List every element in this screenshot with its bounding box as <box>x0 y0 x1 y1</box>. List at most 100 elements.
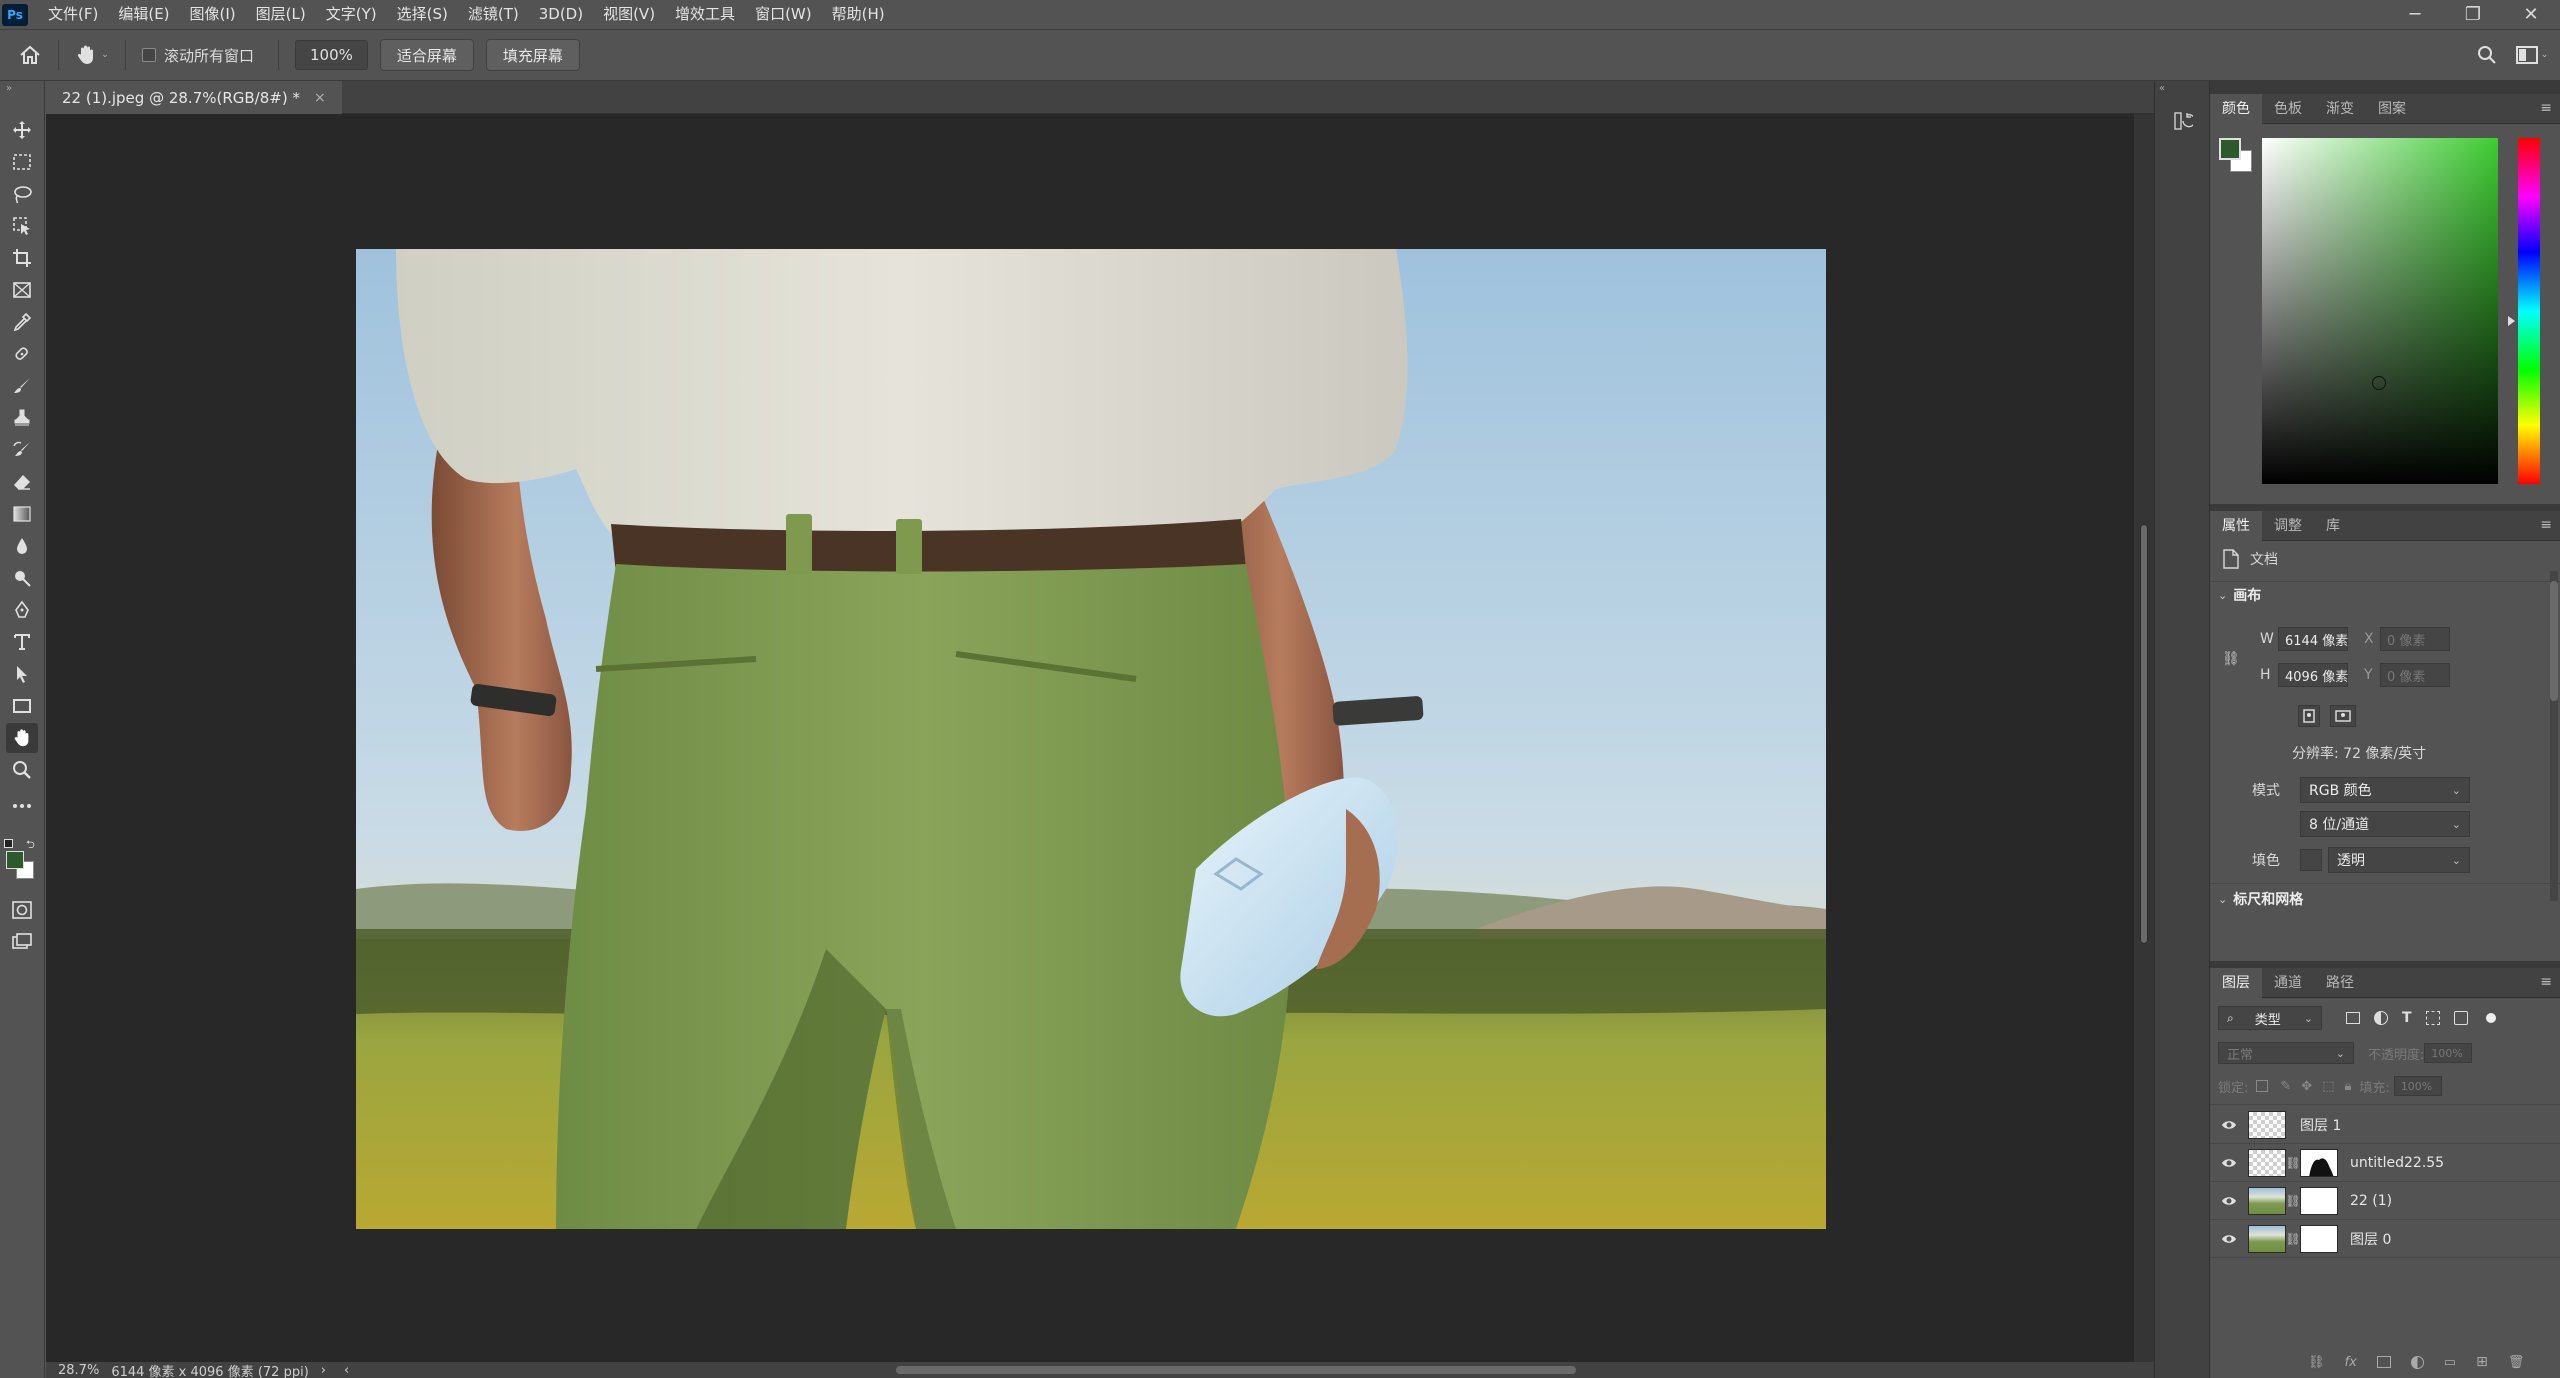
status-menu-arrow[interactable]: › <box>321 1363 326 1378</box>
layer-name[interactable]: untitled22.55 <box>2350 1155 2444 1171</box>
tab-patterns[interactable]: 图案 <box>2366 94 2418 124</box>
clone-stamp-tool[interactable] <box>6 403 38 433</box>
home-button[interactable] <box>10 35 50 75</box>
rectangle-tool[interactable] <box>6 691 38 721</box>
menu-plugins[interactable]: 增效工具 <box>665 0 745 29</box>
new-group-icon[interactable]: ▭ <box>2444 1355 2456 1370</box>
document-tab[interactable]: 22 (1).jpeg @ 28.7%(RGB/8#) * × <box>46 81 342 114</box>
bit-depth-select[interactable]: 8 位/通道 ⌄ <box>2300 811 2470 837</box>
hue-slider[interactable] <box>2518 138 2540 484</box>
filter-type-icon[interactable]: T <box>2402 1010 2412 1026</box>
dock-collapse-icon[interactable]: « <box>2159 83 2165 94</box>
menu-type[interactable]: 文字(Y) <box>316 0 387 29</box>
add-mask-icon[interactable] <box>2376 1356 2391 1368</box>
rulers-grids-section-header[interactable]: ⌄ 标尺和网格 <box>2218 889 2303 909</box>
visibility-toggle[interactable] <box>2210 1233 2248 1245</box>
link-layers-icon[interactable]: ⛓ <box>2308 1355 2325 1370</box>
color-swatches[interactable]: ⮌ <box>4 838 40 879</box>
quick-mask-button[interactable] <box>6 895 38 925</box>
width-field[interactable]: 6144 像素 <box>2278 627 2348 651</box>
tab-adjustments[interactable]: 调整 <box>2262 511 2314 541</box>
layer-row[interactable]: ⛓ 图层 0 <box>2210 1220 2560 1258</box>
tab-gradients[interactable]: 渐变 <box>2314 94 2366 124</box>
minimize-button[interactable]: ─ <box>2386 0 2444 29</box>
layer-mask-thumbnail[interactable] <box>2300 1224 2338 1253</box>
menu-help[interactable]: 帮助(H) <box>822 0 895 29</box>
landscape-button[interactable] <box>2330 705 2356 727</box>
panel-menu-icon[interactable]: ≡ <box>2540 517 2552 533</box>
tab-libraries[interactable]: 库 <box>2314 511 2352 541</box>
color-picker-ring[interactable] <box>2372 376 2386 390</box>
menu-filter[interactable]: 滤镜(T) <box>458 0 529 29</box>
object-selection-tool[interactable] <box>6 211 38 241</box>
mode-select[interactable]: RGB 颜色 ⌄ <box>2300 777 2470 803</box>
scroll-all-windows-checkbox[interactable] <box>142 48 156 62</box>
canvas-section-header[interactable]: ⌄ 画布 <box>2218 585 2261 605</box>
vertical-scrollbar[interactable] <box>2134 114 2154 1362</box>
close-tab-icon[interactable]: × <box>314 90 326 106</box>
horizontal-scroll-thumb[interactable] <box>896 1366 1576 1374</box>
tab-paths[interactable]: 路径 <box>2314 968 2366 998</box>
gradient-tool[interactable] <box>6 499 38 529</box>
document-canvas-image[interactable] <box>356 249 1826 1229</box>
tab-swatches[interactable]: 色板 <box>2262 94 2314 124</box>
pen-tool[interactable] <box>6 595 38 625</box>
panel-menu-icon[interactable]: ≡ <box>2540 100 2552 116</box>
crop-tool[interactable] <box>6 243 38 273</box>
portrait-button[interactable] <box>2298 705 2320 727</box>
fit-screen-button[interactable]: 适合屏幕 <box>379 39 474 71</box>
filter-shape-icon[interactable] <box>2425 1011 2440 1025</box>
history-panel-button[interactable] <box>2169 107 2197 135</box>
move-tool[interactable] <box>6 115 38 145</box>
new-layer-icon[interactable]: ⊞ <box>2476 1354 2488 1370</box>
properties-scrollbar[interactable] <box>2550 571 2558 901</box>
restore-button[interactable]: ❐ <box>2444 0 2502 29</box>
toolbar-collapse-icon[interactable]: » <box>6 83 12 94</box>
brush-tool[interactable] <box>6 371 38 401</box>
history-brush-tool[interactable] <box>6 435 38 465</box>
path-selection-tool[interactable] <box>6 659 38 689</box>
menu-window[interactable]: 窗口(W) <box>745 0 822 29</box>
filter-smart-object-icon[interactable] <box>2453 1011 2468 1025</box>
screen-mode-button[interactable] <box>6 927 38 957</box>
vertical-scroll-thumb[interactable] <box>2140 524 2148 944</box>
zoom-100-button[interactable]: 100% <box>295 40 368 70</box>
filter-toggle-icon[interactable] <box>2485 1013 2496 1023</box>
mask-link-icon[interactable]: ⛓ <box>2285 1232 2300 1246</box>
hue-slider-handle[interactable] <box>2508 316 2515 326</box>
layer-name[interactable]: 22 (1) <box>2350 1193 2392 1209</box>
visibility-toggle[interactable] <box>2210 1195 2248 1207</box>
visibility-toggle[interactable] <box>2210 1157 2248 1169</box>
fill-color-swatch[interactable] <box>2300 849 2322 871</box>
color-field[interactable] <box>2262 138 2498 484</box>
layer-row[interactable]: 图层 1 <box>2210 1106 2560 1144</box>
hand-tool[interactable] <box>6 723 38 753</box>
layer-style-icon[interactable]: fx <box>2345 1355 2357 1370</box>
properties-scroll-thumb[interactable] <box>2550 581 2558 701</box>
mask-link-icon[interactable]: ⛓ <box>2285 1194 2300 1208</box>
tab-layers[interactable]: 图层 <box>2210 967 2262 998</box>
dodge-tool[interactable] <box>6 563 38 593</box>
filter-pixel-icon[interactable] <box>2346 1012 2360 1024</box>
filter-adjustment-icon[interactable] <box>2374 1011 2388 1025</box>
canvas-area[interactable] <box>46 114 2134 1362</box>
layer-name[interactable]: 图层 0 <box>2350 1229 2391 1249</box>
delete-layer-icon[interactable]: 🗑︎ <box>2508 1355 2525 1370</box>
tab-channels[interactable]: 通道 <box>2262 968 2314 998</box>
zoom-tool[interactable] <box>6 755 38 785</box>
menu-3d[interactable]: 3D(D) <box>529 0 593 29</box>
healing-brush-tool[interactable] <box>6 339 38 369</box>
tab-properties[interactable]: 属性 <box>2210 510 2262 541</box>
menu-layer[interactable]: 图层(L) <box>246 0 316 29</box>
edit-toolbar-button[interactable] <box>6 791 38 821</box>
adjustment-layer-icon[interactable] <box>2410 1355 2424 1369</box>
frame-tool[interactable] <box>6 275 38 305</box>
layer-mask-thumbnail[interactable] <box>2300 1186 2338 1215</box>
type-tool[interactable] <box>6 627 38 657</box>
eraser-tool[interactable] <box>6 467 38 497</box>
default-colors-icon[interactable] <box>4 839 13 848</box>
layer-name[interactable]: 图层 1 <box>2300 1115 2341 1135</box>
foreground-color-swatch[interactable] <box>6 851 24 869</box>
fill-screen-button[interactable]: 填充屏幕 <box>485 39 580 71</box>
panel-menu-icon[interactable]: ≡ <box>2540 974 2552 990</box>
